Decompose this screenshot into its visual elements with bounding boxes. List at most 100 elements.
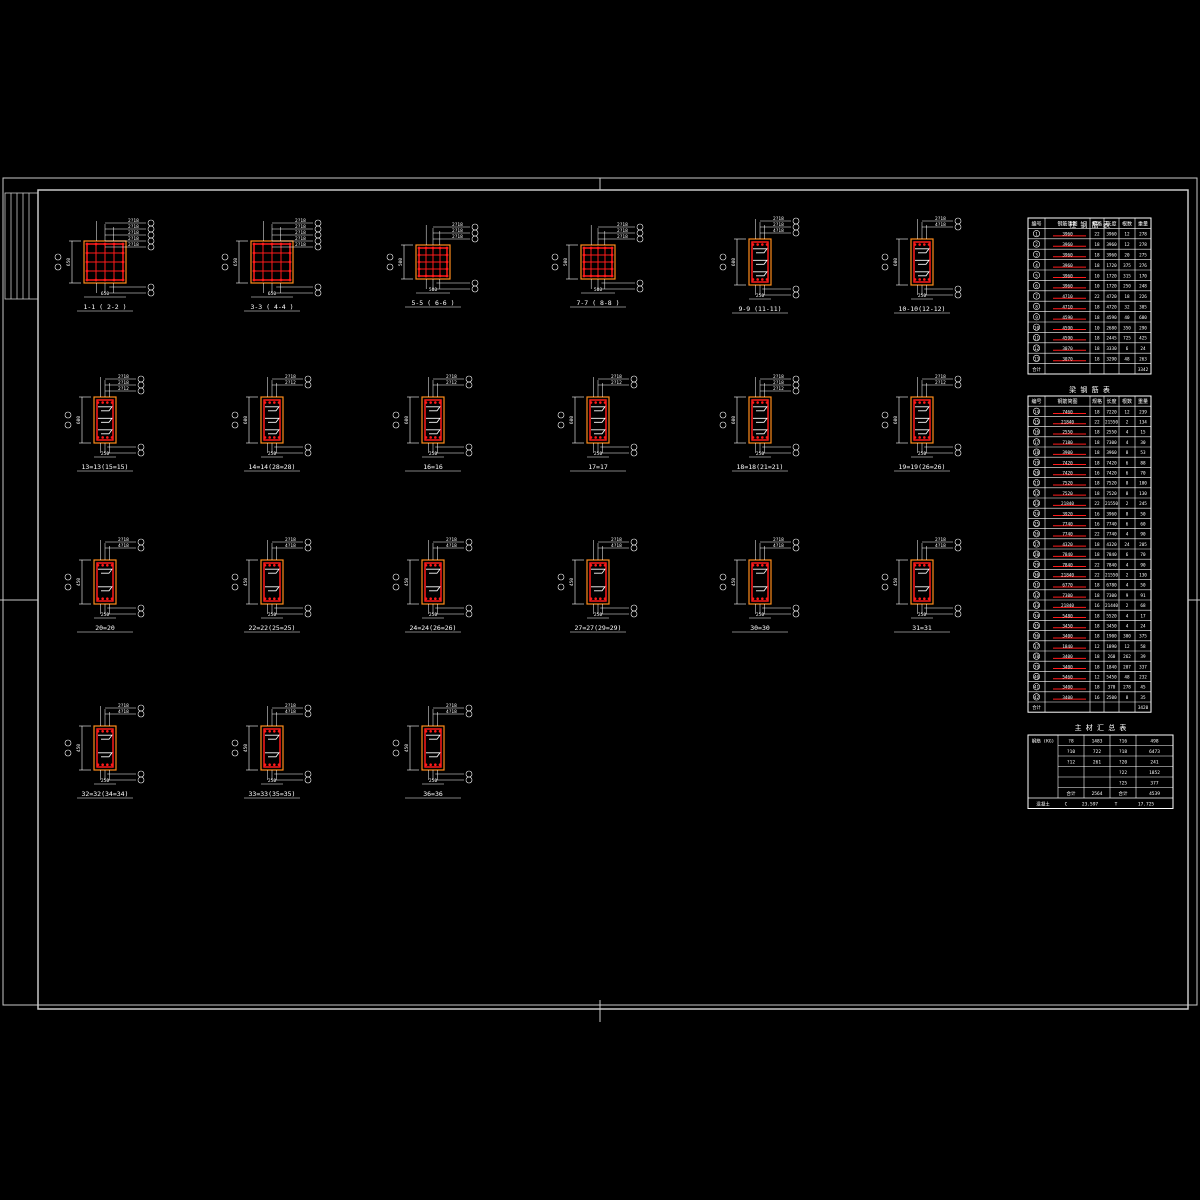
table-cell: 1900 — [1106, 634, 1117, 640]
rebar-dot — [589, 274, 593, 278]
table-cell: 16 — [1034, 430, 1040, 436]
table-cell: 合计 — [1119, 790, 1128, 797]
rebar-dot — [594, 597, 597, 601]
table-cell: 12 — [1034, 346, 1040, 352]
table-cell: 3900 — [1062, 450, 1073, 456]
rebar-dot — [424, 729, 428, 733]
table-cell: 合计 — [1032, 366, 1041, 373]
table-cell: 7220 — [1106, 409, 1117, 415]
rebar-dot — [417, 253, 421, 257]
table-header-cell: 编号 — [1031, 220, 1041, 227]
rebar-dot — [445, 260, 449, 264]
table-cell: 3400 — [1062, 634, 1073, 640]
dim-height-text: 600 — [731, 258, 737, 266]
table-cell: 4 — [1126, 624, 1129, 630]
callout-text: 4?18 — [935, 222, 946, 228]
callout-text: 2?18 — [295, 236, 306, 242]
section-label: 3-3 ( 4-4 ) — [250, 303, 293, 311]
table-cell: 4590 — [1062, 336, 1073, 342]
table-cell: 16 — [1094, 695, 1100, 701]
callout-text: 2?18 — [452, 228, 463, 234]
rebar-dot — [756, 278, 759, 281]
table-cell: 7 — [1035, 294, 1038, 300]
callout-text: 2?18 — [935, 216, 946, 222]
callout-text: 2?18 — [128, 224, 139, 230]
table-cell: 7840 — [1062, 562, 1073, 568]
rebar-dot — [445, 246, 449, 250]
table-cell: 2 — [1126, 573, 1129, 579]
rebar-dot — [751, 401, 755, 404]
rebar-dot — [273, 597, 276, 601]
table-cell: 12 — [1124, 232, 1130, 238]
table-cell: 22 — [1094, 232, 1100, 238]
rebar-dot — [252, 278, 256, 282]
table-cell: 8 — [1126, 450, 1129, 456]
table-cell: 3070 — [1062, 356, 1073, 362]
rebar-dot — [429, 401, 432, 404]
table-cell: 4590 — [1106, 315, 1117, 321]
rebar-dot — [582, 260, 586, 264]
callout-text: 2?18 — [773, 380, 784, 386]
rebar-dot — [268, 563, 271, 567]
rebar-dot — [913, 597, 917, 601]
callout-text: 2?18 — [295, 230, 306, 236]
table-cell: 8 — [1126, 481, 1129, 487]
dim-height-text: 450 — [243, 578, 249, 586]
rebar-dot — [438, 401, 442, 404]
table-cell: 12 — [1094, 644, 1100, 650]
table-cell: 239 — [1139, 409, 1147, 415]
table-cell: 7300 — [1106, 593, 1117, 599]
table-header-cell: 长度 — [1106, 220, 1116, 227]
table-cell: 合计 — [1032, 704, 1041, 711]
rebar-dot — [268, 597, 271, 601]
table-cell: 50 — [1140, 511, 1146, 517]
rebar-dot — [761, 401, 764, 404]
section-label: 33=33(35=35) — [249, 790, 296, 798]
table-cell: 18 — [1094, 346, 1100, 352]
rebar-dot — [765, 597, 769, 601]
dim-height-text: 500 — [398, 258, 404, 266]
table-cell: 2445 — [1106, 336, 1117, 342]
table-cell: 3450 — [1106, 624, 1117, 630]
rebar-dot — [923, 401, 926, 404]
table-cell: 18 — [1094, 552, 1100, 558]
rebar-dot — [101, 597, 104, 601]
table-cell: 8 — [1035, 304, 1038, 310]
table-cell: 20 — [1034, 471, 1040, 477]
table-cell: 2550 — [1106, 430, 1117, 436]
rebar-dot — [751, 436, 755, 439]
rebar-dot — [101, 729, 104, 733]
table-cell: ?16 — [1119, 738, 1127, 744]
rebar-dot — [923, 563, 926, 567]
rebar-dot — [273, 563, 276, 567]
dim-height-text: 450 — [76, 744, 82, 752]
rebar-dot — [599, 563, 602, 567]
table-cell: 18 — [1094, 654, 1100, 660]
rebar-dot — [610, 246, 614, 250]
callout-text: 4?18 — [285, 543, 296, 549]
table-cell: 28 — [1034, 552, 1040, 558]
dim-height-text: 600 — [893, 258, 899, 266]
table-cell: 262 — [1123, 654, 1131, 660]
section-label: 22=22(25=25) — [249, 624, 296, 632]
rebar-dot — [923, 243, 926, 246]
table-cell: 36 — [1034, 634, 1040, 640]
table-cell: 21840 — [1061, 501, 1074, 507]
rebar-dot — [438, 274, 442, 278]
table-cell: 1840 — [1106, 664, 1117, 670]
dim-height-text: 600 — [893, 416, 899, 424]
callout-text: 2?12 — [773, 386, 784, 392]
callout-text: 2?18 — [773, 374, 784, 380]
table-cell: ?22 — [1119, 770, 1127, 776]
rebar-dot — [279, 278, 283, 282]
table-cell: 3960 — [1062, 263, 1073, 269]
table-cell: 278 — [1139, 232, 1147, 238]
rebar-dot — [268, 436, 271, 439]
rebar-dot — [599, 401, 602, 404]
table-cell: 130 — [1139, 573, 1147, 579]
dim-height-text: 450 — [404, 578, 410, 586]
rebar-dot — [431, 246, 435, 250]
section-label: 19=19(26=26) — [899, 463, 946, 471]
table-cell: 3920 — [1062, 511, 1073, 517]
rebar-dot — [273, 729, 276, 733]
